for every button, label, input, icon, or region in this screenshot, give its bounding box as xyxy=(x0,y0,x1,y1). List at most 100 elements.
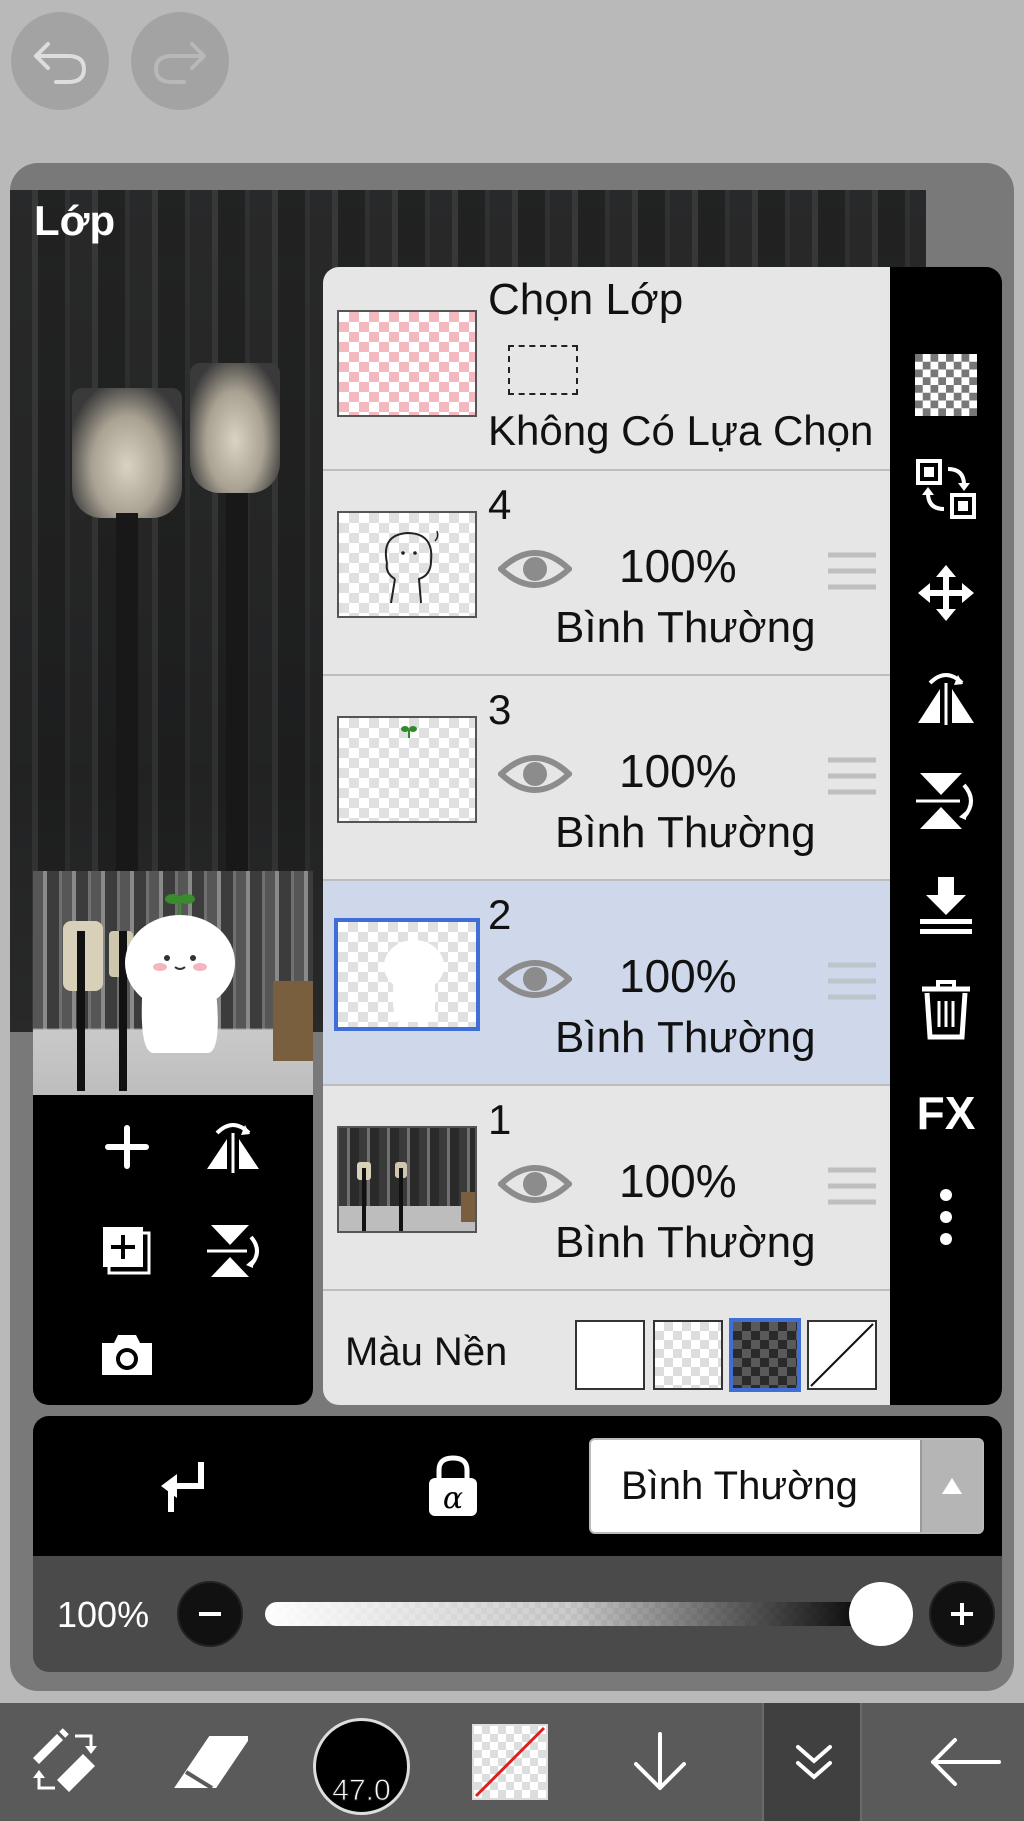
current-color-swatch xyxy=(472,1724,548,1800)
svg-text:α: α xyxy=(443,1481,463,1516)
clipping-button[interactable] xyxy=(141,1450,221,1522)
dropdown-arrow-icon xyxy=(920,1440,982,1532)
layer-number: 3 xyxy=(488,686,512,733)
drag-handle-icon[interactable] xyxy=(826,961,878,1001)
layer-selection-row[interactable]: Chọn Lớp Không Có Lựa Chọn xyxy=(323,267,890,471)
layer-thumbnail xyxy=(337,1126,477,1233)
color-button[interactable] xyxy=(470,1703,550,1821)
bg-option-transparent[interactable] xyxy=(653,1320,723,1390)
plus-icon xyxy=(105,1125,149,1169)
flip-vertical-button[interactable] xyxy=(193,1211,273,1291)
fx-button[interactable]: FX xyxy=(910,1077,982,1149)
blend-mode-select[interactable]: Bình Thường xyxy=(589,1438,984,1534)
undo-icon xyxy=(34,42,87,84)
flip-horizontal-icon xyxy=(918,673,974,725)
drag-handle-icon[interactable] xyxy=(826,551,878,591)
camera-icon xyxy=(102,1335,152,1375)
layer-blend-mode: Bình Thường xyxy=(555,1218,816,1267)
layer-list: Chọn Lớp Không Có Lựa Chọn 4 100% Bình T… xyxy=(323,267,890,1405)
flip-horizontal-icon xyxy=(207,1123,259,1173)
layer-row-2[interactable]: 2 100% Bình Thường xyxy=(323,881,890,1086)
flip-horizontal-button[interactable] xyxy=(193,1107,273,1187)
tool-switch-button[interactable] xyxy=(20,1703,110,1821)
no-color-icon xyxy=(810,1323,874,1387)
lamp-decoration xyxy=(190,363,280,493)
more-icon xyxy=(940,1189,952,1245)
checker-icon xyxy=(915,354,977,416)
redo-button[interactable] xyxy=(131,12,229,110)
layer-opacity: 100% xyxy=(619,540,737,592)
trash-icon xyxy=(922,980,970,1040)
blend-mode-value: Bình Thường xyxy=(621,1464,858,1508)
layer-number: 4 xyxy=(488,481,512,528)
lamp-pole-decoration xyxy=(116,513,138,873)
redo-icon xyxy=(153,42,206,84)
flip-horizontal-layer-button[interactable] xyxy=(910,661,982,733)
bg-option-dark-checker[interactable] xyxy=(729,1318,801,1392)
more-options-button[interactable] xyxy=(910,1181,982,1253)
undo-button[interactable] xyxy=(11,12,109,110)
layer-thumbnail xyxy=(337,511,477,618)
layer-row-1[interactable]: 1 100% Bình Thường xyxy=(323,1086,890,1291)
layer-opacity: 100% xyxy=(619,1155,737,1207)
move-layer-button[interactable] xyxy=(910,557,982,629)
duplicate-icon xyxy=(103,1227,151,1275)
flip-vertical-layer-button[interactable] xyxy=(910,765,982,837)
double-chevron-down-icon xyxy=(796,1745,832,1780)
layer-tools-bar: FX xyxy=(890,267,1002,1405)
preview-scene xyxy=(63,894,313,1091)
selection-marquee-icon xyxy=(508,345,578,395)
add-layer-button[interactable] xyxy=(87,1107,167,1187)
arrow-left-icon xyxy=(931,1738,1001,1786)
move-icon xyxy=(918,565,974,621)
minus-icon xyxy=(199,1612,221,1616)
layer-blend-mode: Bình Thường xyxy=(555,808,816,857)
opacity-slider-knob[interactable] xyxy=(849,1582,913,1646)
transform-layer-icon xyxy=(916,459,976,519)
alpha-lock-icon: α xyxy=(429,1455,477,1516)
layer-panel-toggle-button[interactable] xyxy=(762,1703,862,1821)
drag-handle-icon[interactable] xyxy=(826,756,878,796)
layer-row-4[interactable]: 4 100% Bình Thường xyxy=(323,471,890,676)
background-color-row: Màu Nền xyxy=(323,1300,890,1405)
layer-opacity: 100% xyxy=(619,745,737,797)
back-button[interactable] xyxy=(920,1703,1010,1821)
opacity-decrease-button[interactable] xyxy=(177,1581,243,1647)
brush-size-button[interactable]: 47.0 xyxy=(313,1718,410,1815)
transform-layer-button[interactable] xyxy=(910,453,982,525)
blend-mode-bar: α Bình Thường xyxy=(33,1416,1002,1556)
layer-thumbnail xyxy=(334,918,480,1031)
layer-blend-mode: Bình Thường xyxy=(555,603,816,652)
layer-thumbnail xyxy=(337,716,477,823)
selection-title: Chọn Lớp xyxy=(488,275,684,324)
canvas-preview[interactable] xyxy=(33,871,313,1095)
drag-handle-icon[interactable] xyxy=(826,1166,878,1206)
layer-panel: Lớp Chọn Lớp Không Có Lựa Chọn 4 100% Bì… xyxy=(10,163,1014,1691)
selection-thumbnail xyxy=(337,310,477,417)
visibility-eye-icon[interactable] xyxy=(498,543,572,595)
duplicate-layer-button[interactable] xyxy=(87,1211,167,1291)
visibility-eye-icon[interactable] xyxy=(498,953,572,1005)
eraser-tool-button[interactable] xyxy=(165,1703,255,1821)
delete-layer-button[interactable] xyxy=(910,973,982,1045)
visibility-eye-icon[interactable] xyxy=(498,748,572,800)
lamp-decoration xyxy=(72,388,182,518)
brush-eraser-swap-icon xyxy=(33,1728,97,1792)
flip-vertical-icon xyxy=(207,1225,259,1277)
merge-down-button[interactable] xyxy=(910,869,982,941)
bg-option-white[interactable] xyxy=(575,1320,645,1390)
fx-icon: FX xyxy=(916,1087,976,1139)
opacity-slider[interactable] xyxy=(265,1602,877,1626)
opacity-increase-button[interactable] xyxy=(929,1581,995,1647)
layer-row-3[interactable]: 3 100% Bình Thường xyxy=(323,676,890,881)
layer-down-button[interactable] xyxy=(620,1703,700,1821)
bottom-toolbar: 47.0 xyxy=(0,1703,1024,1821)
visibility-eye-icon[interactable] xyxy=(498,1158,572,1210)
lamp-pole-decoration xyxy=(226,493,248,873)
bg-option-none[interactable] xyxy=(807,1320,877,1390)
transparency-button[interactable] xyxy=(910,349,982,421)
camera-button[interactable] xyxy=(87,1315,167,1395)
opacity-value: 100% xyxy=(57,1594,150,1635)
alpha-lock-button[interactable]: α xyxy=(413,1450,493,1522)
layer-opacity: 100% xyxy=(619,950,737,1002)
